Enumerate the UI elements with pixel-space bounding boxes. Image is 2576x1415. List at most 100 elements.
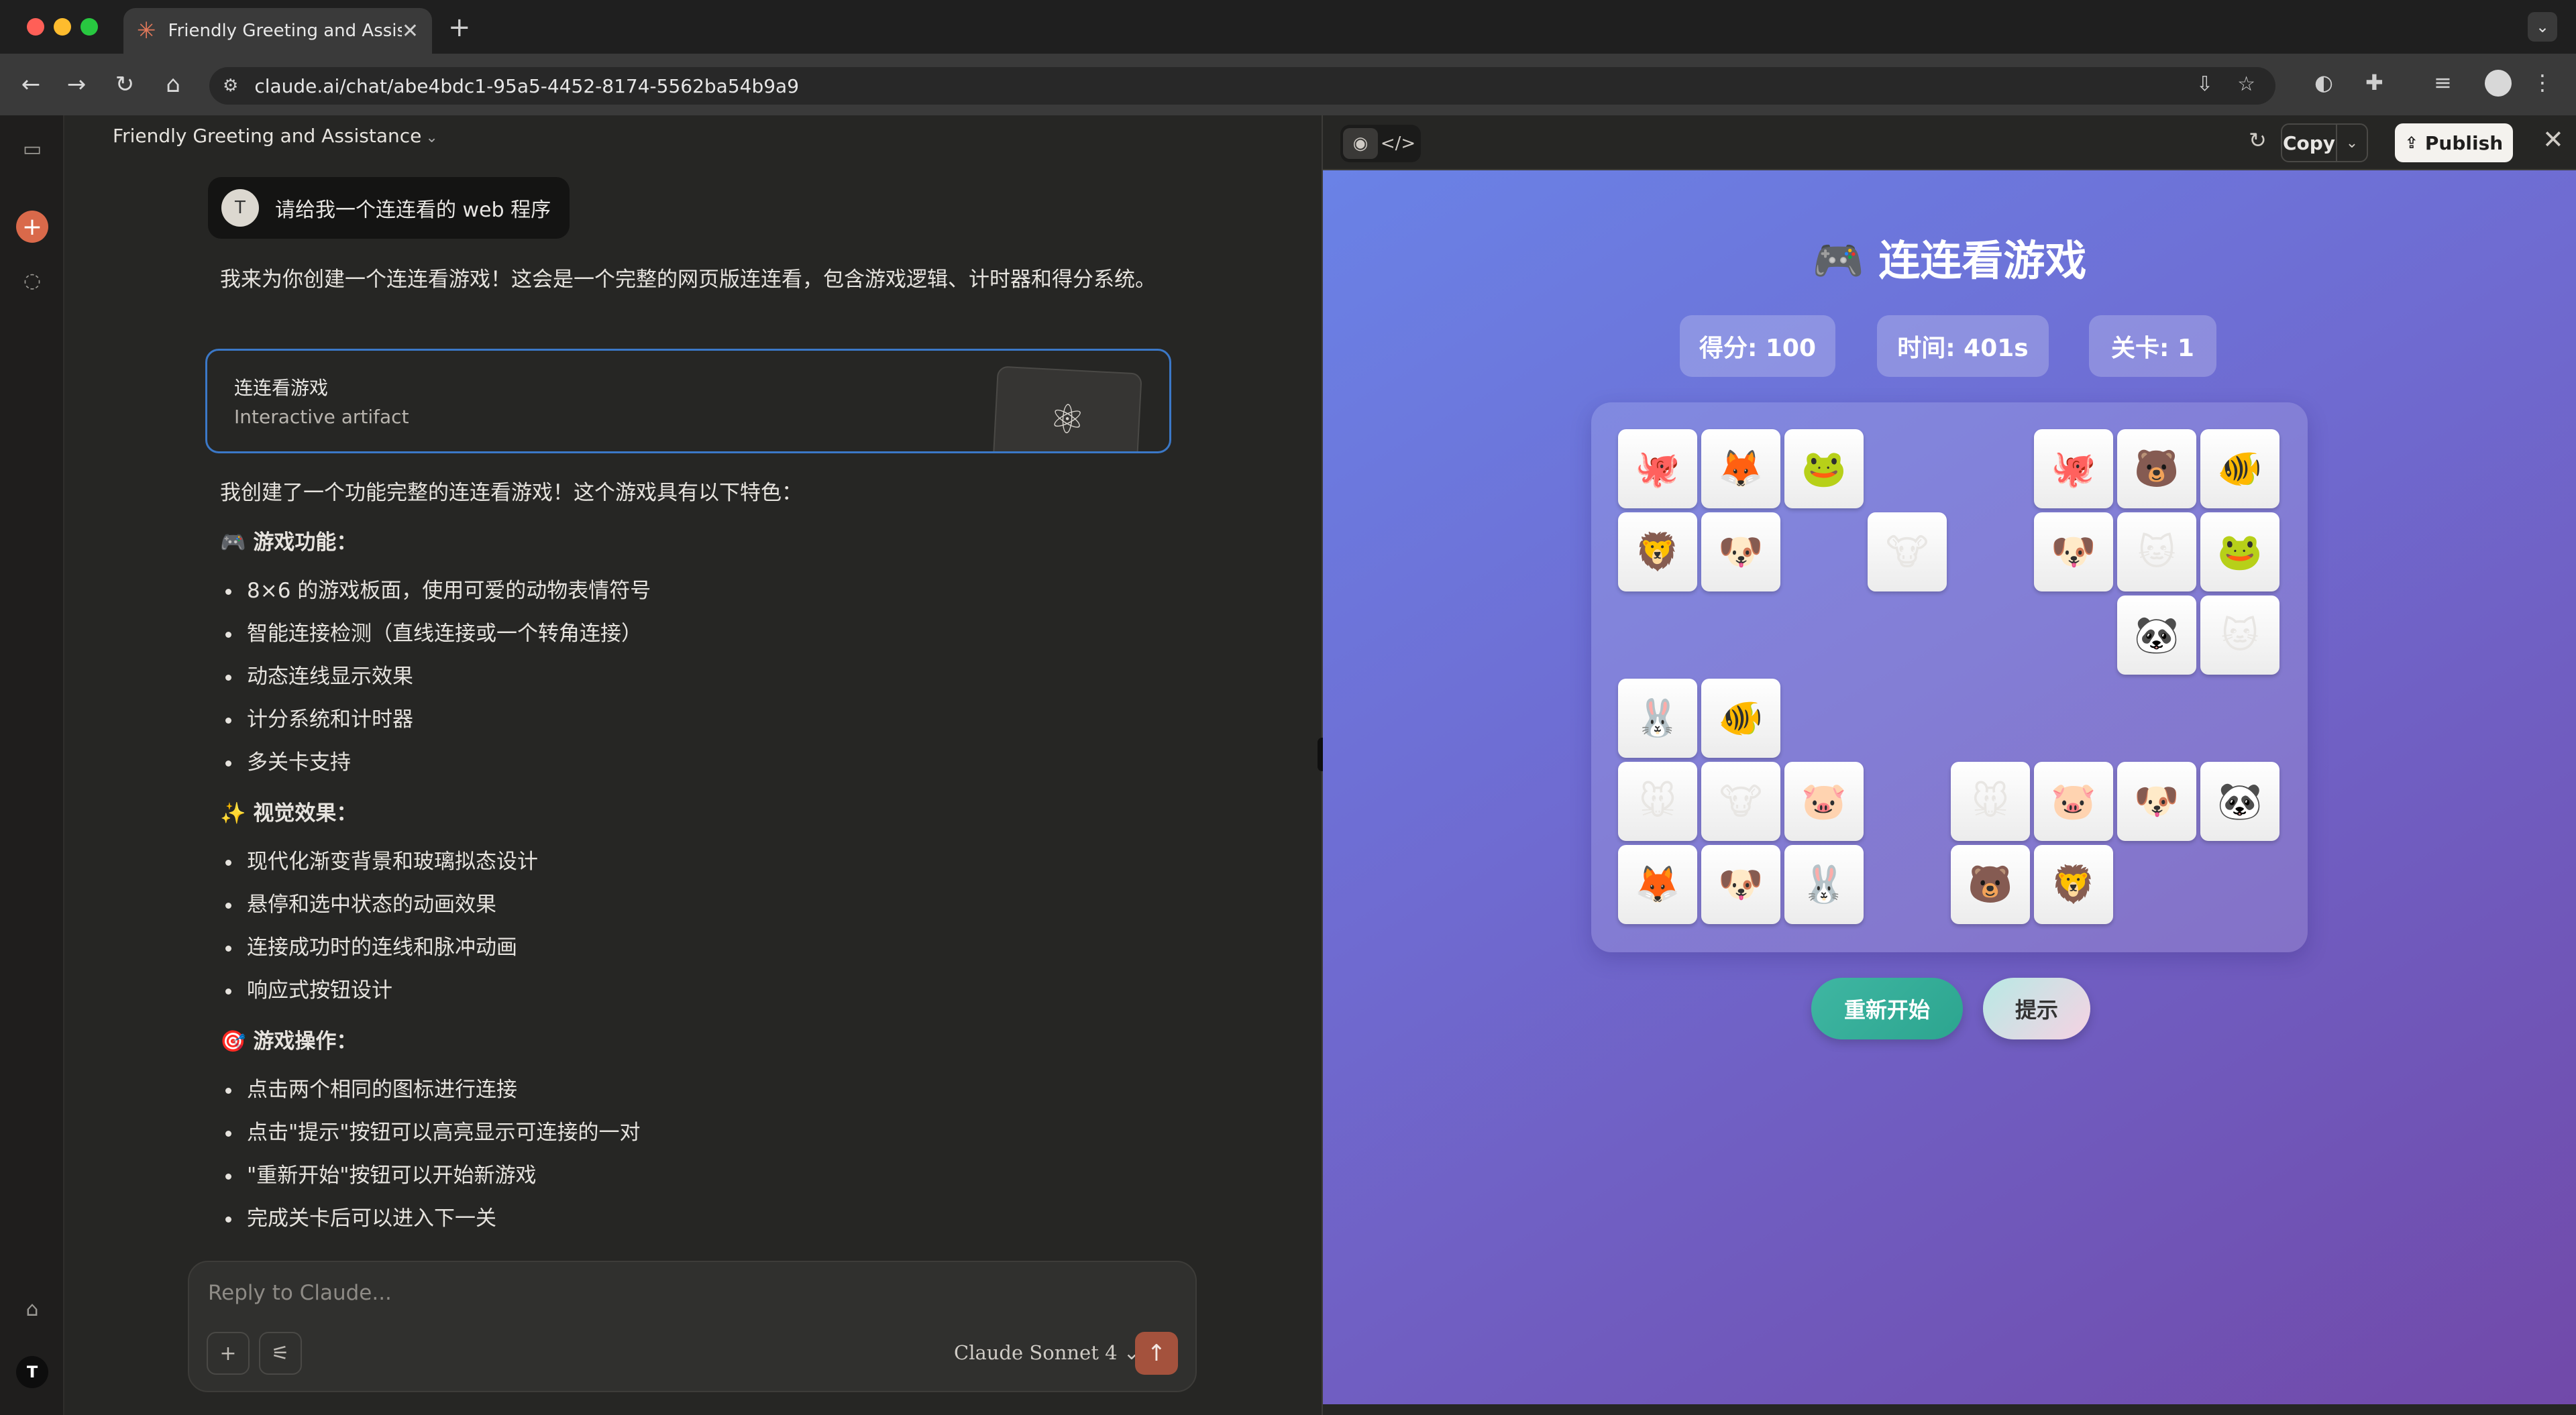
tab-search-button[interactable]: ⌄	[2528, 12, 2557, 42]
assistant-intro: 我来为你创建一个连连看游戏！这会是一个完整的网页版连连看，包含游戏逻辑、计时器和…	[220, 268, 1156, 292]
user-avatar[interactable]: T	[16, 1356, 48, 1388]
game-tile[interactable]: 🐻	[2117, 429, 2196, 508]
send-button[interactable]: ↑	[1135, 1332, 1178, 1375]
forward-icon[interactable]: →	[60, 68, 93, 101]
list-item: 点击两个相同的图标进行连接	[220, 1073, 1173, 1107]
list-item: 现代化渐变背景和玻璃拟态设计	[220, 845, 1173, 879]
bookmark-star-icon[interactable]: ☆	[2237, 72, 2255, 96]
game-tile[interactable]: 🐼	[2200, 762, 2279, 841]
refresh-icon[interactable]: ↻	[2249, 127, 2267, 153]
game-preview: 🎮 连连看游戏 得分: 100 时间: 401s 关卡: 1 🐙 🦊 🐸 🐙 🐻 🐠 🦁 🐶 🐮…	[1323, 170, 2576, 1404]
game-tile[interactable]: 🐸	[2200, 512, 2279, 591]
list-item: 多关卡支持	[220, 746, 1173, 779]
install-icon[interactable]: ⇩	[2196, 72, 2213, 96]
more-menu-icon[interactable]: ⋮	[2532, 70, 2553, 95]
copy-options-chevron-icon[interactable]: ⌄	[2337, 125, 2367, 161]
back-icon[interactable]: ←	[15, 68, 47, 101]
artifact-card[interactable]: 连连看游戏 Interactive artifact ⚛	[205, 349, 1171, 453]
game-tile[interactable]: 🐠	[2200, 429, 2279, 508]
artifact-subtitle: Interactive artifact	[234, 406, 409, 428]
chat-title-dropdown[interactable]: Friendly Greeting and Assistance ⌄	[113, 125, 438, 147]
game-tile[interactable]: 🐱	[2117, 512, 2196, 591]
tab-bar: ✳ Friendly Greeting and Assistance ✕ + ⌄	[0, 0, 2576, 54]
game-tile[interactable]: 🦊	[1618, 845, 1697, 924]
close-window-button[interactable]	[27, 18, 44, 36]
game-tile[interactable]: 🐭	[1618, 762, 1697, 841]
game-tile[interactable]: 🐼	[2117, 596, 2196, 675]
user-avatar: T	[221, 189, 259, 227]
close-panel-icon[interactable]: ✕	[2542, 125, 2564, 154]
user-message-text: 请给我一个连连看的 web 程序	[275, 199, 551, 222]
chats-icon[interactable]: ◌	[16, 264, 48, 296]
extension-icon[interactable]: ◐	[2314, 70, 2333, 95]
reload-icon[interactable]: ↻	[109, 68, 141, 101]
assistant-summary: 我创建了一个功能完整的连连看游戏！这个游戏具有以下特色：	[220, 481, 802, 505]
game-tile[interactable]: 🐰	[1618, 679, 1697, 758]
game-title: 🎮 连连看游戏	[1812, 236, 2087, 285]
artifact-toolbar: ◉ </> ↻ Copy ⌄ ⇪ Publish ✕	[1323, 115, 2576, 170]
tab-title: Friendly Greeting and Assistance	[168, 21, 402, 41]
url-text[interactable]: claude.ai/chat/abe4bdc1-95a5-4452-8174-5…	[254, 75, 799, 97]
list-item: 计分系统和计时器	[220, 703, 1173, 736]
game-tile[interactable]: 🐠	[1701, 679, 1780, 758]
restart-button[interactable]: 重新开始	[1811, 978, 1963, 1039]
view-toggle: ◉ </>	[1340, 125, 1421, 162]
maximize-window-button[interactable]	[80, 18, 98, 36]
game-tile[interactable]: 🐻	[1951, 845, 2030, 924]
minimize-window-button[interactable]	[54, 18, 71, 36]
model-selector[interactable]: Claude Sonnet 4 ⌄	[954, 1341, 1140, 1364]
features-section: 🎮 游戏功能： 8×6 的游戏板面，使用可爱的动物表情符号 智能连接检测（直线连…	[220, 526, 1173, 779]
hint-button[interactable]: 提示	[1983, 978, 2090, 1039]
preview-eye-icon[interactable]: ◉	[1343, 128, 1378, 159]
close-tab-icon[interactable]: ✕	[402, 19, 419, 43]
game-board: 🐙 🦊 🐸 🐙 🐻 🐠 🦁 🐶 🐮 🐶 🐱 🐸 🐼 🐱 🐰 🐠 🐭 🐮 🐷 🐭 🐷 🐶 🐼 🦊 🐶 🐰 🐻 🦁	[1591, 402, 2308, 952]
game-tile[interactable]: 🐙	[1618, 429, 1697, 508]
list-item: 悬停和选中状态的动画效果	[220, 888, 1173, 921]
copy-button[interactable]: Copy	[2282, 125, 2337, 161]
site-settings-icon[interactable]: ⚙	[223, 76, 238, 96]
share-icon: ⇪	[2404, 133, 2418, 152]
game-tile[interactable]: 🦊	[1701, 429, 1780, 508]
game-tile[interactable]: 🐶	[1701, 512, 1780, 591]
reading-list-icon[interactable]: ≡	[2434, 70, 2452, 95]
game-tile[interactable]: 🦁	[1618, 512, 1697, 591]
home-icon[interactable]: ⌂	[157, 68, 189, 101]
list-item: "重新开始"按钮可以开始新游戏	[220, 1159, 1173, 1192]
game-tile[interactable]: 🦁	[2034, 845, 2113, 924]
list-item: 智能连接检测（直线连接或一个转角连接）	[220, 617, 1173, 650]
gift-icon[interactable]: ⌂	[16, 1293, 48, 1325]
game-tile[interactable]: 🐭	[1951, 762, 2030, 841]
score-display: 得分: 100	[1680, 315, 1835, 377]
atom-icon: ⚛	[992, 365, 1142, 451]
list-item: 8×6 的游戏板面，使用可爱的动物表情符号	[220, 574, 1173, 608]
game-tile[interactable]: 🐶	[1701, 845, 1780, 924]
game-tile[interactable]: 🐸	[1784, 429, 1864, 508]
game-tile[interactable]: 🐶	[2034, 512, 2113, 591]
game-tile[interactable]: 🐮	[1868, 512, 1947, 591]
url-field[interactable]: ⚙ claude.ai/chat/abe4bdc1-95a5-4452-8174…	[209, 67, 2275, 105]
tools-button[interactable]: ⚟	[259, 1332, 302, 1375]
game-tile[interactable]: 🐙	[2034, 429, 2113, 508]
list-item: 点击"提示"按钮可以高亮显示可连接的一对	[220, 1116, 1173, 1149]
puzzle-icon[interactable]: ✚	[2365, 70, 2383, 95]
sidebar-toggle-icon[interactable]: ▭	[16, 133, 48, 165]
code-icon[interactable]: </>	[1381, 128, 1415, 159]
reply-input[interactable]	[208, 1281, 1174, 1305]
artifact-title: 连连看游戏	[234, 377, 329, 399]
game-tile[interactable]: 🐮	[1701, 762, 1780, 841]
time-display: 时间: 401s	[1877, 315, 2049, 377]
game-tile[interactable]: 🐷	[1784, 762, 1864, 841]
game-tile[interactable]: 🐰	[1784, 845, 1864, 924]
profile-avatar[interactable]	[2485, 70, 2512, 97]
new-chat-button[interactable]: +	[16, 211, 48, 243]
browser-tab[interactable]: ✳ Friendly Greeting and Assistance ✕	[123, 8, 432, 54]
model-name: Claude Sonnet 4	[954, 1341, 1118, 1364]
level-display: 关卡: 1	[2089, 315, 2216, 377]
publish-button[interactable]: ⇪ Publish	[2395, 123, 2513, 162]
section-heading: 🎯 游戏操作：	[220, 1029, 358, 1054]
add-attachment-button[interactable]: +	[207, 1332, 250, 1375]
game-tile[interactable]: 🐶	[2117, 762, 2196, 841]
game-tile[interactable]: 🐱	[2200, 596, 2279, 675]
game-tile[interactable]: 🐷	[2034, 762, 2113, 841]
new-tab-button[interactable]: +	[448, 12, 471, 43]
